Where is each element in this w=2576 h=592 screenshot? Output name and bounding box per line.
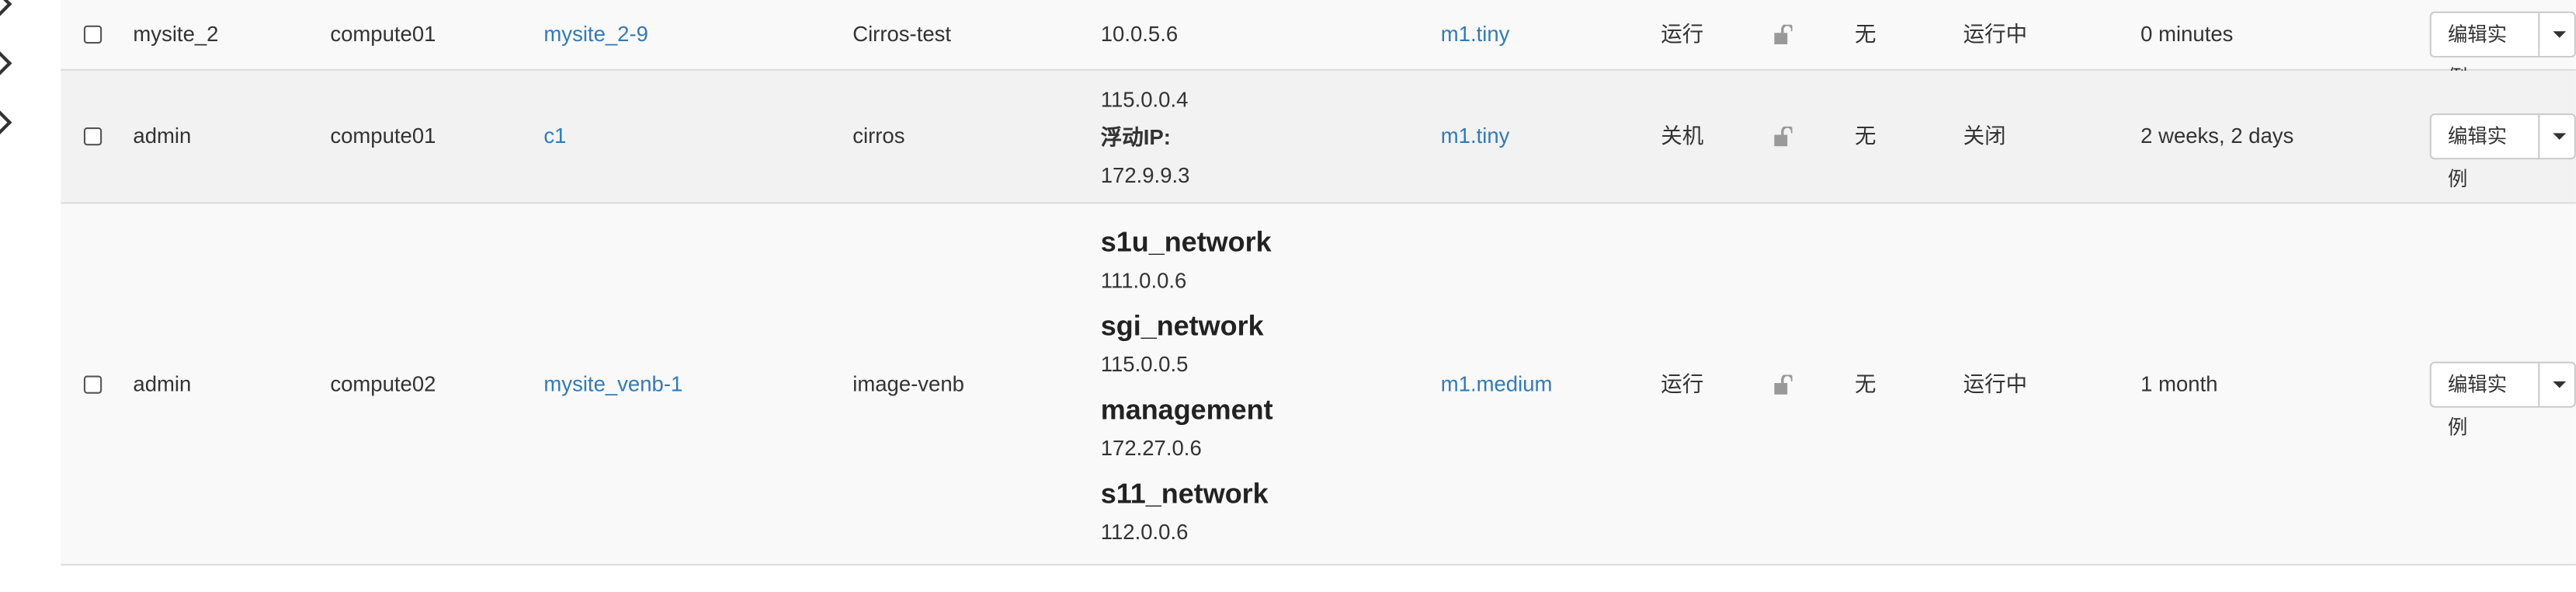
project-cell: mysite_2 (133, 21, 219, 47)
instance-name-link[interactable]: mysite_venb-1 (543, 369, 682, 399)
image-cell: Cirros-test (852, 21, 952, 47)
table-row: mysite_2 compute01 mysite_2-9 Cirros-tes… (61, 0, 2576, 89)
floating-ip-label: 浮动IP: (1100, 124, 1171, 150)
more-actions-dropdown-button[interactable] (2540, 363, 2574, 406)
action-button-group: 编辑实例 (2429, 113, 2576, 190)
ip-address-cell: s1u_network 111.0.0.6 sgi_network 115.0.… (1101, 225, 1273, 548)
more-actions-dropdown-button[interactable] (2540, 13, 2574, 56)
chevron-right-icon[interactable] (0, 110, 12, 136)
ip-address-cell: 10.0.5.6 (1100, 21, 1179, 47)
instances-table: mysite_2 compute01 mysite_2-9 Cirros-tes… (61, 0, 2576, 566)
more-actions-dropdown-button[interactable] (2540, 115, 2574, 158)
edit-instance-button[interactable]: 编辑实例 (2432, 362, 2540, 438)
network-ip: 112.0.0.6 (1100, 519, 1189, 545)
edit-instance-button[interactable]: 编辑实例 (2432, 12, 2540, 89)
age-cell: 1 month (2140, 371, 2218, 395)
status-cell: 关机 (1661, 123, 1704, 148)
task-cell: 无 (1854, 371, 1876, 395)
page: mysite_2 compute01 mysite_2-9 Cirros-tes… (0, 0, 2576, 592)
network-name: management (1100, 394, 1273, 427)
network-ip: 111.0.0.6 (1100, 267, 1187, 293)
image-cell: cirros (852, 123, 905, 148)
power-state-cell: 运行中 (1963, 371, 2028, 395)
instance-name-link[interactable]: mysite_2-9 (543, 19, 648, 49)
flavor-link[interactable]: m1.tiny (1441, 122, 1510, 151)
power-state-cell: 运行中 (1963, 21, 2028, 47)
flavor-link[interactable]: m1.tiny (1441, 19, 1510, 49)
task-cell: 无 (1854, 123, 1876, 148)
flavor-link[interactable]: m1.medium (1441, 369, 1553, 399)
table-row: admin compute02 mysite_venb-1 image-venb… (61, 204, 2576, 566)
chevron-right-icon[interactable] (0, 0, 12, 17)
instance-name-link[interactable]: c1 (543, 122, 566, 151)
host-cell: compute02 (330, 371, 436, 395)
network-ip: 172.27.0.6 (1100, 435, 1202, 461)
unlock-icon (1774, 374, 1793, 394)
task-cell: 无 (1854, 21, 1876, 47)
action-button-group: 编辑实例 (2429, 11, 2576, 89)
row-checkbox[interactable] (83, 374, 102, 393)
host-cell: compute01 (330, 123, 436, 148)
unlock-icon (1774, 24, 1793, 45)
row-checkbox[interactable] (83, 127, 102, 146)
network-name: s11_network (1100, 478, 1269, 510)
row-checkbox[interactable] (83, 25, 102, 44)
network-name: s1u_network (1100, 227, 1272, 259)
age-cell: 0 minutes (2140, 21, 2234, 47)
unlock-icon (1774, 126, 1793, 147)
network-name: sgi_network (1100, 310, 1264, 343)
status-cell: 运行 (1661, 371, 1704, 395)
edit-instance-button[interactable]: 编辑实例 (2432, 115, 2540, 190)
left-nav-arrows (0, 0, 33, 592)
ip-address-cell: 115.0.0.4 浮动IP: 172.9.9.3 (1101, 81, 1190, 194)
status-cell: 运行 (1661, 21, 1704, 47)
age-cell: 2 weeks, 2 days (2140, 123, 2294, 148)
table-row: admin compute01 c1 cirros 115.0.0.4 浮动IP… (61, 70, 2576, 204)
project-cell: admin (133, 123, 192, 148)
floating-ip: 172.9.9.3 (1100, 162, 1190, 188)
project-cell: admin (133, 371, 192, 395)
action-button-group: 编辑实例 (2429, 360, 2576, 438)
chevron-right-icon[interactable] (0, 50, 12, 76)
power-state-cell: 关闭 (1963, 123, 2006, 148)
fixed-ip: 115.0.0.4 (1100, 87, 1189, 112)
image-cell: image-venb (852, 371, 964, 395)
host-cell: compute01 (330, 21, 436, 47)
network-ip: 115.0.0.5 (1100, 351, 1189, 377)
